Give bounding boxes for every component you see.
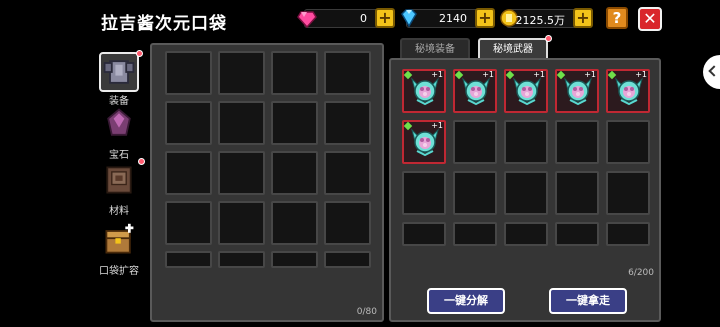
diamond-currency: 2140 + <box>401 8 495 28</box>
loot-slot[interactable] <box>606 120 650 164</box>
loot-count: 6/200 <box>628 268 654 278</box>
weapon-item-slot[interactable]: +1 <box>402 69 446 113</box>
spirit-weapon-icon <box>411 77 439 106</box>
storage-slot[interactable] <box>324 251 371 268</box>
loot-slot[interactable] <box>555 171 599 215</box>
notification-dot <box>138 158 145 165</box>
chevron-left-icon <box>708 65 720 77</box>
loot-panel: +1 +1 +1 +1 +1 +1 6/200 一键分解 一键拿走 <box>389 58 661 322</box>
loot-slot[interactable] <box>402 171 446 215</box>
loot-slot[interactable] <box>504 120 548 164</box>
close-button[interactable]: ✕ <box>638 7 662 31</box>
storage-slot[interactable] <box>324 51 371 95</box>
sidebar-item-expand[interactable]: 口袋扩容 <box>92 222 146 277</box>
weapon-item-slot[interactable]: +1 <box>555 69 599 113</box>
storage-slot[interactable] <box>218 251 265 268</box>
spirit-weapon-icon <box>615 77 643 106</box>
sidebar-item-label: 口袋扩容 <box>99 266 139 277</box>
loot-slot[interactable] <box>555 222 599 246</box>
add-gem-button[interactable]: + <box>375 8 395 28</box>
loot-grid: +1 +1 +1 +1 +1 +1 <box>402 69 650 246</box>
storage-slot[interactable] <box>218 201 265 245</box>
loot-slot[interactable] <box>555 120 599 164</box>
weapon-item-slot[interactable]: +1 <box>606 69 650 113</box>
side-expand-button[interactable] <box>703 55 720 89</box>
sidebar-item-label: 装备 <box>109 96 129 107</box>
loot-slot[interactable] <box>402 222 446 246</box>
spirit-weapon-icon <box>564 77 592 106</box>
storage-slot[interactable] <box>165 201 212 245</box>
spirit-weapon-icon <box>513 77 541 106</box>
storage-slot[interactable] <box>165 101 212 145</box>
notification-dot <box>545 35 552 42</box>
storage-slot[interactable] <box>324 201 371 245</box>
diamond-count: 2140 <box>439 12 467 25</box>
armor-icon <box>103 60 135 84</box>
take-all-button[interactable]: 一键拿走 <box>549 288 627 314</box>
book-icon <box>106 166 132 194</box>
loot-slot[interactable] <box>504 222 548 246</box>
storage-slot[interactable] <box>324 151 371 195</box>
sidebar-item-label: 材料 <box>109 206 129 217</box>
gem-icon <box>107 108 131 136</box>
weapon-item-slot[interactable]: +1 <box>453 69 497 113</box>
spirit-weapon-icon <box>411 128 439 157</box>
decompose-all-button[interactable]: 一键分解 <box>427 288 505 314</box>
spirit-weapon-icon <box>462 77 490 106</box>
loot-slot[interactable] <box>453 222 497 246</box>
sidebar-item-equipment[interactable]: 装备 <box>96 50 143 107</box>
loot-slot[interactable] <box>453 171 497 215</box>
loot-slot[interactable] <box>453 120 497 164</box>
chest-icon <box>105 223 134 254</box>
storage-slot[interactable] <box>271 201 318 245</box>
storage-grid <box>165 51 371 268</box>
page-title: 拉吉酱次元口袋 <box>101 14 227 34</box>
gem-count: 0 <box>360 12 367 25</box>
sidebar-item-gems[interactable]: 宝石 <box>96 106 142 161</box>
storage-panel: 0/80 <box>150 43 384 322</box>
diamond-icon <box>401 9 417 28</box>
storage-count: 0/80 <box>356 307 377 317</box>
storage-slot[interactable] <box>165 51 212 95</box>
storage-slot[interactable] <box>165 151 212 195</box>
storage-slot[interactable] <box>218 151 265 195</box>
storage-slot[interactable] <box>324 101 371 145</box>
storage-slot[interactable] <box>218 51 265 95</box>
storage-slot[interactable] <box>271 151 318 195</box>
storage-slot[interactable] <box>218 101 265 145</box>
storage-slot[interactable] <box>271 251 318 268</box>
sidebar-item-materials[interactable]: 材料 <box>96 158 145 217</box>
help-button[interactable]: ? <box>606 7 628 29</box>
tab-secret-equipment[interactable]: 秘境装备 <box>400 38 470 60</box>
storage-slot[interactable] <box>271 51 318 95</box>
gem-currency: 0 + <box>297 8 395 28</box>
loot-slot[interactable] <box>606 222 650 246</box>
storage-slot[interactable] <box>165 251 212 268</box>
loot-slot[interactable] <box>606 171 650 215</box>
coin-currency: 2125.5万 + <box>500 8 593 28</box>
add-coin-button[interactable]: + <box>573 8 593 28</box>
storage-slot[interactable] <box>271 101 318 145</box>
tab-secret-weapons[interactable]: 秘境武器 <box>478 38 548 60</box>
add-diamond-button[interactable]: + <box>475 8 495 28</box>
coin-count: 2125.5万 <box>515 14 566 27</box>
weapon-item-slot[interactable]: +1 <box>402 120 446 164</box>
sidebar-item-label: 宝石 <box>109 150 129 161</box>
weapon-item-slot[interactable]: +1 <box>504 69 548 113</box>
loot-slot[interactable] <box>504 171 548 215</box>
pink-gem-icon <box>297 11 317 28</box>
notification-dot <box>136 50 143 57</box>
